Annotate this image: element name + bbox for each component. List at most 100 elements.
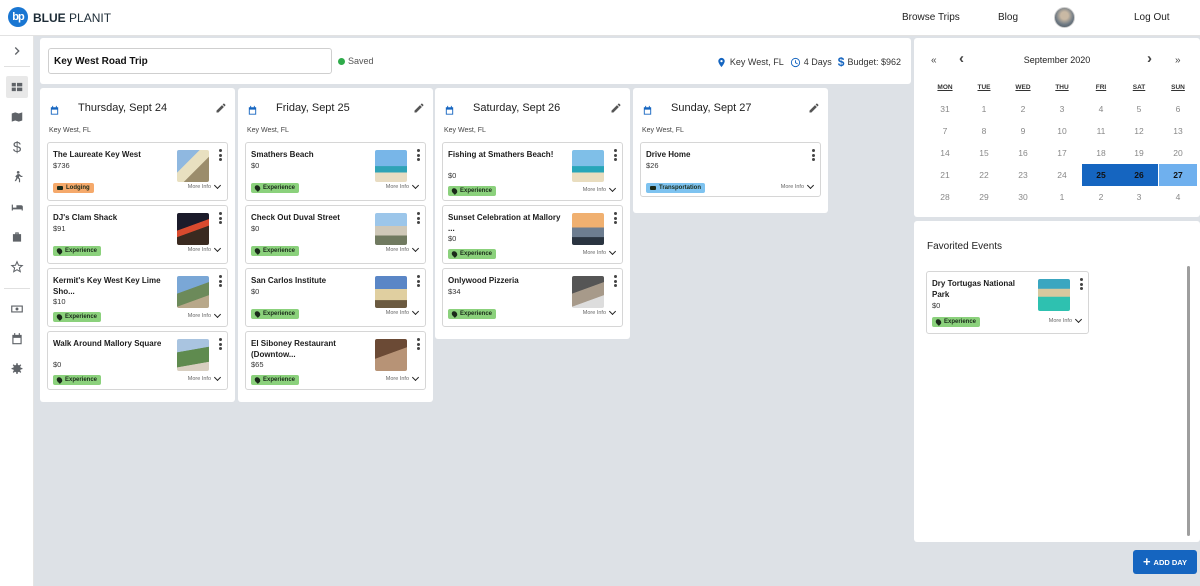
calendar-day[interactable]: 11: [1082, 120, 1120, 142]
event-card[interactable]: El Siboney Restaurant (Downtow... $65 Expe…: [245, 331, 426, 390]
more-options-icon[interactable]: [417, 338, 420, 350]
calendar-icon[interactable]: [6, 328, 28, 350]
more-options-icon[interactable]: [614, 212, 617, 224]
more-info-toggle[interactable]: More Info: [386, 373, 420, 382]
log-out-link[interactable]: Log Out: [1134, 12, 1170, 23]
map-icon[interactable]: [6, 106, 28, 128]
event-card[interactable]: Onlywood Pizzeria $34 Experience More Info: [442, 268, 623, 327]
calendar-day[interactable]: 30: [1004, 186, 1042, 208]
event-thumbnail[interactable]: [375, 213, 407, 245]
calendar-day[interactable]: 17: [1043, 142, 1081, 164]
calendar-day[interactable]: 22: [965, 164, 1003, 186]
more-options-icon[interactable]: [614, 149, 617, 161]
star-icon[interactable]: [6, 256, 28, 278]
calendar-day[interactable]: 21: [926, 164, 964, 186]
brand-name[interactable]: BLUE PLANIT: [33, 11, 111, 25]
avatar[interactable]: [1054, 7, 1075, 28]
calendar-day[interactable]: 2: [1004, 98, 1042, 120]
more-info-toggle[interactable]: More Info: [386, 181, 420, 190]
trip-title-input[interactable]: Key West Road Trip: [48, 48, 332, 74]
calendar-day[interactable]: 3: [1120, 186, 1158, 208]
calendar-day[interactable]: 1: [965, 98, 1003, 120]
calendar-day[interactable]: 23: [1004, 164, 1042, 186]
event-thumbnail[interactable]: [375, 150, 407, 182]
more-info-toggle[interactable]: More Info: [583, 307, 617, 316]
add-day-button[interactable]: + ADD DAY: [1133, 550, 1197, 574]
event-card[interactable]: Sunset Celebration at Mallory ... $0 Exper…: [442, 205, 623, 264]
calendar-day[interactable]: 19: [1120, 142, 1158, 164]
luggage-icon[interactable]: [6, 226, 28, 248]
more-info-toggle[interactable]: More Info: [188, 373, 222, 382]
favorite-thumbnail[interactable]: [1038, 279, 1070, 311]
event-thumbnail[interactable]: [572, 213, 604, 245]
browse-trips-link[interactable]: Browse Trips: [902, 12, 960, 23]
calendar-day[interactable]: 3: [1043, 98, 1081, 120]
calendar-day[interactable]: 2: [1082, 186, 1120, 208]
calendar-day[interactable]: 9: [1004, 120, 1042, 142]
event-card[interactable]: Drive Home $26 Transportation More Info: [640, 142, 821, 197]
event-thumbnail[interactable]: [177, 150, 209, 182]
more-info-toggle[interactable]: More Info: [583, 247, 617, 256]
calendar-day[interactable]: 31: [926, 98, 964, 120]
edit-pencil-icon[interactable]: [808, 101, 820, 119]
more-options-icon[interactable]: [812, 149, 815, 161]
bed-icon[interactable]: [6, 196, 28, 218]
activity-icon[interactable]: [6, 166, 28, 188]
settings-gear-icon[interactable]: [6, 358, 28, 380]
calendar-day[interactable]: 28: [926, 186, 964, 208]
next-year-button[interactable]: »: [1175, 55, 1181, 66]
event-card[interactable]: Walk Around Mallory Square $0 Experience Mo…: [47, 331, 228, 390]
calendar-day[interactable]: 18: [1082, 142, 1120, 164]
calendar-day[interactable]: 27: [1159, 164, 1197, 186]
more-info-toggle[interactable]: More Info: [386, 244, 420, 253]
more-options-icon[interactable]: [219, 149, 222, 161]
more-info-toggle[interactable]: More Info: [188, 181, 222, 190]
edit-pencil-icon[interactable]: [215, 101, 227, 119]
event-thumbnail[interactable]: [177, 213, 209, 245]
money-icon[interactable]: [6, 298, 28, 320]
more-options-icon[interactable]: [614, 275, 617, 287]
more-info-toggle[interactable]: More Info: [188, 310, 222, 319]
event-thumbnail[interactable]: [177, 276, 209, 308]
event-card[interactable]: The Laureate Key West $736 Lodging More Inf…: [47, 142, 228, 201]
calendar-day[interactable]: 20: [1159, 142, 1197, 164]
event-card[interactable]: DJ's Clam Shack $91 Experience More Info: [47, 205, 228, 264]
event-thumbnail[interactable]: [177, 339, 209, 371]
calendar-day[interactable]: 13: [1159, 120, 1197, 142]
more-info-toggle[interactable]: More Info: [1049, 315, 1083, 324]
calendar-day[interactable]: 12: [1120, 120, 1158, 142]
calendar-day[interactable]: 16: [1004, 142, 1042, 164]
dashboard-icon[interactable]: [6, 76, 28, 98]
more-options-icon[interactable]: [417, 149, 420, 161]
more-info-toggle[interactable]: More Info: [386, 307, 420, 316]
more-options-icon[interactable]: [1080, 278, 1083, 290]
calendar-day[interactable]: 14: [926, 142, 964, 164]
more-options-icon[interactable]: [219, 212, 222, 224]
event-card[interactable]: San Carlos Institute $0 Experience More Inf…: [245, 268, 426, 327]
calendar-day[interactable]: 4: [1159, 186, 1197, 208]
event-card[interactable]: Check Out Duval Street $0 Experience More I…: [245, 205, 426, 264]
favorite-card[interactable]: Dry Tortugas National Park $0 Experience Mo…: [926, 271, 1089, 334]
next-month-button[interactable]: ›: [1147, 50, 1152, 67]
blog-link[interactable]: Blog: [998, 12, 1018, 23]
expand-chevron-icon[interactable]: [6, 40, 28, 62]
calendar-day[interactable]: 1: [1043, 186, 1081, 208]
more-info-toggle[interactable]: More Info: [781, 181, 815, 190]
calendar-day[interactable]: 4: [1082, 98, 1120, 120]
event-thumbnail[interactable]: [375, 339, 407, 371]
event-card[interactable]: Smathers Beach $0 Experience More Info: [245, 142, 426, 201]
more-options-icon[interactable]: [417, 212, 420, 224]
calendar-day[interactable]: 25: [1082, 164, 1120, 186]
more-info-toggle[interactable]: More Info: [583, 184, 617, 193]
calendar-day[interactable]: 24: [1043, 164, 1081, 186]
more-options-icon[interactable]: [219, 275, 222, 287]
calendar-day[interactable]: 5: [1120, 98, 1158, 120]
edit-pencil-icon[interactable]: [610, 101, 622, 119]
more-options-icon[interactable]: [219, 338, 222, 350]
event-thumbnail[interactable]: [572, 276, 604, 308]
calendar-day[interactable]: 10: [1043, 120, 1081, 142]
event-card[interactable]: Kermit's Key West Key Lime Sho... $10 Expe…: [47, 268, 228, 327]
calendar-day[interactable]: 26: [1120, 164, 1158, 186]
favorites-scrollbar[interactable]: [1187, 266, 1190, 536]
calendar-day[interactable]: 8: [965, 120, 1003, 142]
